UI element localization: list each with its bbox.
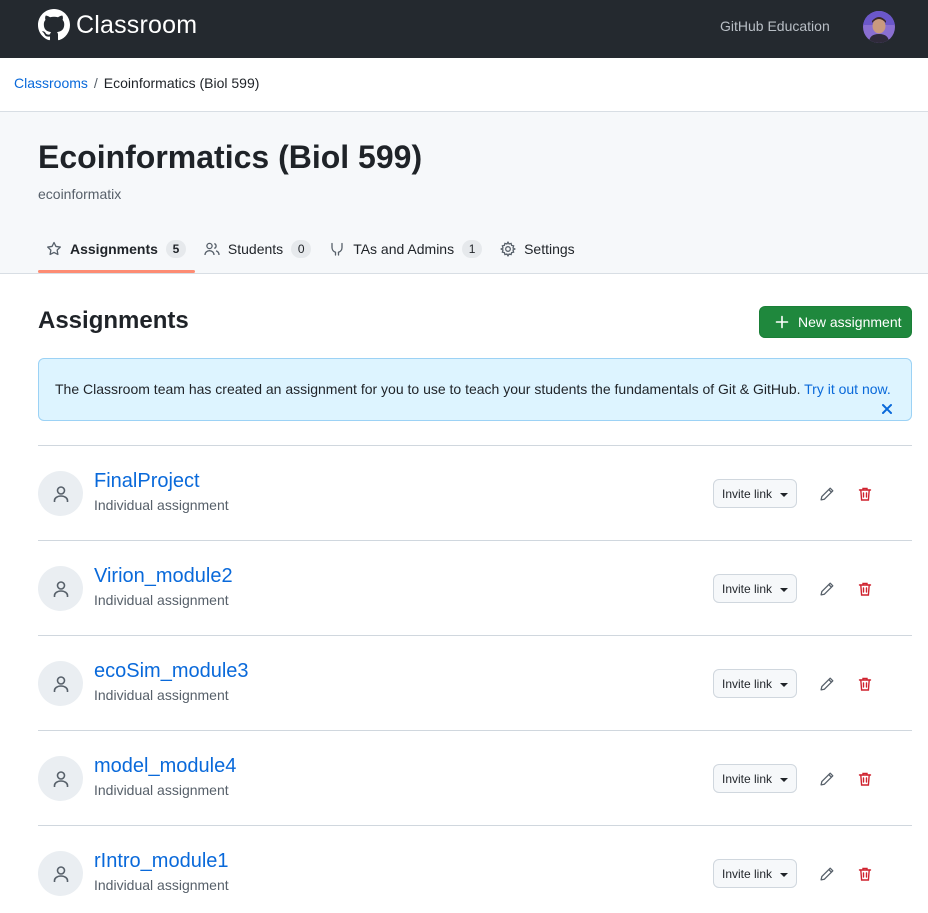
organization-name: ecoinformatix [38,186,122,202]
info-flash-banner: The Classroom team has created an assign… [38,358,912,421]
page-title: Ecoinformatics (Biol 599) [38,139,423,175]
trash-icon[interactable] [857,771,873,787]
invite-link-label: Invite link [722,486,773,501]
tab-assignments[interactable]: Assignments 5 [38,230,194,267]
assignment-name-link[interactable]: ecoSim_module3 [94,660,249,683]
person-icon [53,485,68,502]
assignment-type: Individual assignment [94,687,229,703]
assignment-type: Individual assignment [94,877,229,893]
flash-message-text: The Classroom team has created an assign… [55,381,805,397]
classroom-tabs: Assignments 5 Students 0 TAs and Admins … [38,230,585,273]
try-it-out-link[interactable]: Try it out now. [804,381,891,397]
trash-icon[interactable] [857,486,873,502]
assignment-row: rIntro_module1 Individual assignment Inv… [38,825,912,913]
caret-down-icon [780,777,789,782]
person-icon [53,675,68,692]
individual-assignment-avatar [38,661,83,706]
tab-settings[interactable]: Settings [492,230,583,267]
new-assignment-button[interactable]: New assignment [759,306,912,338]
assignment-row: Virion_module2 Individual assignment Inv… [38,540,912,635]
invite-link-dropdown[interactable]: Invite link [713,859,797,888]
assignment-type: Individual assignment [94,592,229,608]
assignment-row: ecoSim_module3 Individual assignment Inv… [38,635,912,730]
pencil-icon[interactable] [819,581,835,597]
breadcrumb-classrooms-link[interactable]: Classrooms [14,75,88,91]
tab-students[interactable]: Students 0 [196,230,319,267]
tab-tas-and-admins[interactable]: TAs and Admins 1 [321,230,490,267]
pencil-icon[interactable] [819,866,835,882]
flash-message: The Classroom team has created an assign… [55,381,891,397]
people-icon [204,242,220,255]
person-icon [53,865,68,882]
invite-link-label: Invite link [722,866,773,881]
breadcrumb: Classrooms / Ecoinformatics (Biol 599) [14,75,259,91]
tab-label: Assignments [70,240,158,257]
assignment-type: Individual assignment [94,497,229,513]
gear-icon [500,240,517,257]
github-education-link[interactable]: GitHub Education [720,18,830,34]
new-assignment-label: New assignment [798,314,902,330]
person-icon [53,580,68,597]
mortar-board-icon [331,242,343,256]
pencil-icon[interactable] [819,486,835,502]
trash-icon[interactable] [857,866,873,882]
tab-label: Settings [524,240,575,257]
invite-link-label: Invite link [722,771,773,786]
trash-icon[interactable] [857,676,873,692]
individual-assignment-avatar [38,566,83,611]
caret-down-icon [780,682,789,687]
plus-icon [775,315,789,329]
assignment-row: FinalProject Individual assignment Invit… [38,445,912,540]
breadcrumb-current: Ecoinformatics (Biol 599) [103,75,260,91]
user-avatar[interactable] [863,11,895,43]
caret-down-icon [780,587,789,592]
invite-link-dropdown[interactable]: Invite link [713,574,797,603]
pencil-icon[interactable] [819,771,835,787]
github-logo-icon [38,9,70,41]
trash-icon[interactable] [857,581,873,597]
caret-down-icon [780,492,789,497]
assignment-row: model_module4 Individual assignment Invi… [38,730,912,825]
invite-link-dropdown[interactable]: Invite link [713,764,797,793]
classroom-logo[interactable]: Classroom [38,9,197,41]
invite-link-dropdown[interactable]: Invite link [713,479,797,508]
tab-label: TAs and Admins [353,240,455,257]
selected-tab-underline [38,270,195,273]
tab-count-badge: 0 [291,239,312,258]
assignment-name-link[interactable]: model_module4 [94,755,236,778]
invite-link-label: Invite link [722,581,773,596]
star-icon [47,241,61,255]
assignments-heading: Assignments [38,307,189,334]
pencil-icon[interactable] [819,676,835,692]
tab-count-badge: 5 [165,239,186,258]
tab-count-badge: 1 [462,239,483,258]
person-icon [53,770,68,787]
assignment-type: Individual assignment [94,782,229,798]
invite-link-dropdown[interactable]: Invite link [713,669,797,698]
top-header: Classroom GitHub Education [0,0,928,58]
assignment-name-link[interactable]: rIntro_module1 [94,850,229,873]
invite-link-label: Invite link [722,676,773,691]
individual-assignment-avatar [38,756,83,801]
breadcrumb-separator: / [93,75,98,91]
assignment-name-link[interactable]: Virion_module2 [94,565,233,588]
individual-assignment-avatar [38,851,83,896]
individual-assignment-avatar [38,471,83,516]
assignment-list: FinalProject Individual assignment Invit… [38,445,912,913]
assignment-name-link[interactable]: FinalProject [94,470,200,493]
tab-label: Students [227,240,284,257]
caret-down-icon [780,872,789,877]
close-icon[interactable] [881,403,893,415]
app-name: Classroom [76,10,198,39]
